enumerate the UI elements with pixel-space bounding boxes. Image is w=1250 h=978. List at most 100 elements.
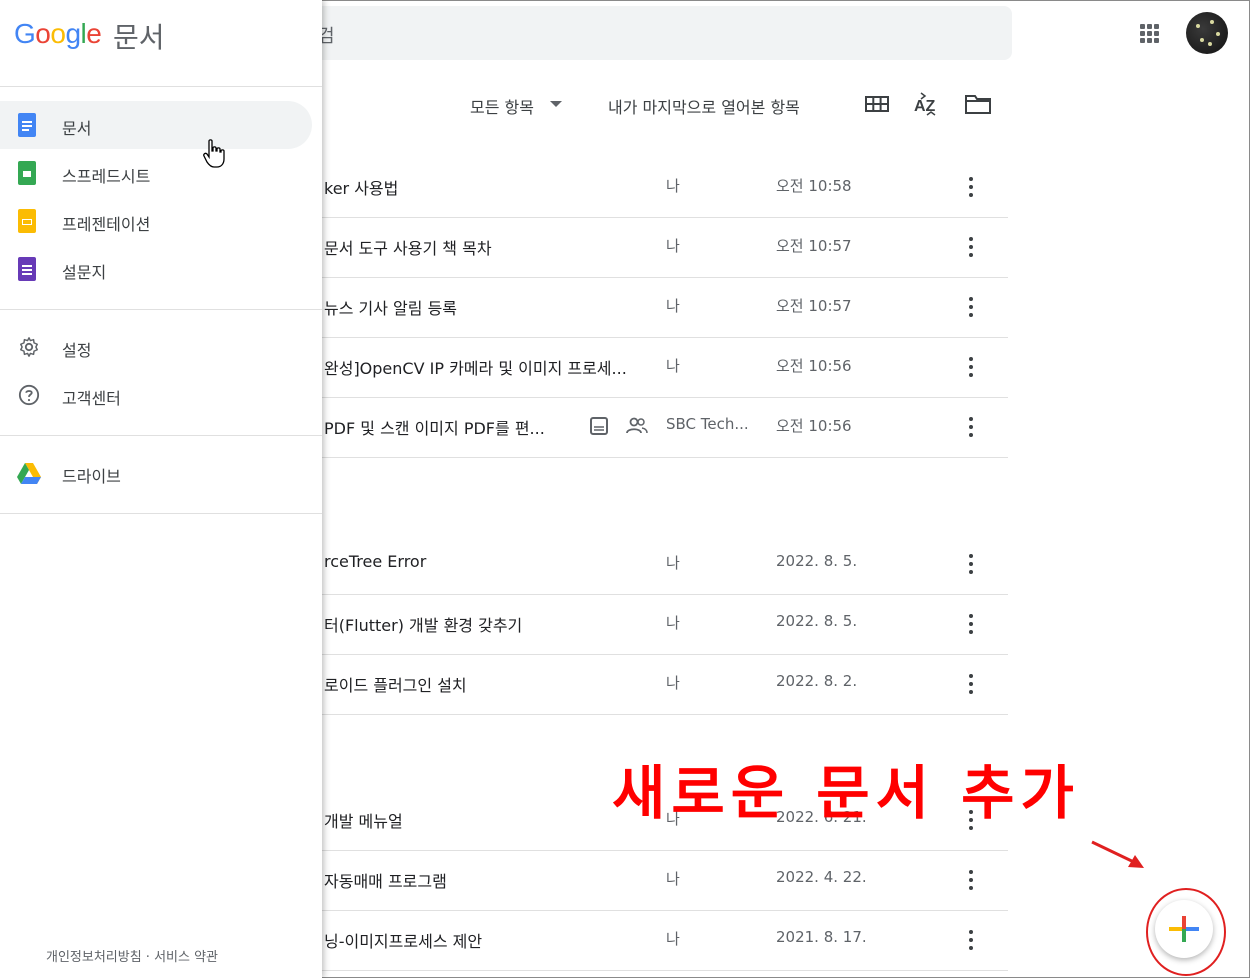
file-row[interactable]: 로이드 플러그인 설치 나 2022. 8. 2. <box>322 654 1008 715</box>
shared-people-icon <box>626 415 648 437</box>
divider <box>0 513 322 514</box>
file-title: 개발 메뉴얼 <box>324 812 403 831</box>
logo-letter: o <box>35 18 51 49</box>
file-last-opened: 2022. 8. 5. <box>776 612 858 630</box>
sort-az-icon[interactable]: AZ <box>913 90 941 118</box>
annotation-text: 새로운 문서 추가 <box>612 759 1080 827</box>
account-avatar[interactable] <box>1186 12 1228 54</box>
drawer-item-label: 드라이브 <box>62 467 121 486</box>
file-owner: 나 <box>666 297 680 315</box>
product-name: 문서 <box>113 21 165 54</box>
google-logo: Google <box>14 18 102 50</box>
drawer-item-settings[interactable]: 설정 <box>0 323 312 371</box>
file-owner: SBC Tech... <box>666 415 749 433</box>
file-row[interactable]: 완성]OpenCV IP 카메라 및 이미지 프로세... 나 오전 10:56 <box>322 337 1008 398</box>
file-owner: 나 <box>666 177 680 195</box>
file-owner: 나 <box>666 870 680 888</box>
file-last-opened: 2022. 8. 5. <box>776 552 858 570</box>
file-last-opened: 오전 10:57 <box>776 297 852 315</box>
drawer-item-label: 설문지 <box>62 263 107 282</box>
file-row[interactable]: rceTree Error 나 2022. 8. 5. <box>322 534 1008 595</box>
file-owner: 나 <box>666 674 680 692</box>
file-last-opened: 오전 10:57 <box>776 237 852 255</box>
more-options-icon[interactable] <box>968 928 974 952</box>
more-options-icon[interactable] <box>968 295 974 319</box>
slides-icon <box>18 209 40 233</box>
file-row[interactable]: 문서 도구 사용기 책 목차 나 오전 10:57 <box>322 217 1008 278</box>
owner-filter-dropdown[interactable]: 모든 항목 <box>470 94 534 118</box>
drawer-item-help[interactable]: 고객센터 <box>0 371 312 419</box>
more-options-icon[interactable] <box>968 672 974 696</box>
file-title: ker 사용법 <box>324 179 399 198</box>
file-last-opened: 오전 10:58 <box>776 177 852 195</box>
logo-letter: o <box>50 18 66 49</box>
file-title: PDF 및 스캔 이미지 PDF를 편... <box>324 419 545 438</box>
drawer-item-label: 프레젠테이션 <box>62 215 151 234</box>
file-title: rceTree Error <box>324 552 427 571</box>
file-title: 완성]OpenCV IP 카메라 및 이미지 프로세... <box>324 359 627 378</box>
file-title: 자동매매 프로그램 <box>324 872 447 891</box>
file-last-opened: 2021. 8. 17. <box>776 928 867 946</box>
drawer-item-docs[interactable]: 문서 <box>0 101 312 149</box>
file-row[interactable]: PDF 및 스캔 이미지 PDF를 편... SBC Tech... 오전 10:5… <box>322 397 1008 458</box>
help-circle-icon <box>18 384 40 406</box>
logo-letter: G <box>14 18 36 49</box>
drawer-item-label: 고객센터 <box>62 389 121 408</box>
drawer-item-label: 스프레드시트 <box>62 167 151 186</box>
navigation-drawer: Google 문서 문서 스프레드시트 프레젠테이션 설문지 설정 고객센터 드… <box>0 0 322 978</box>
file-title: 문서 도구 사용기 책 목차 <box>324 239 492 258</box>
file-title: 로이드 플러그인 설치 <box>324 676 467 695</box>
file-title: 터(Flutter) 개발 환경 갖추기 <box>324 616 523 635</box>
file-owner: 나 <box>666 357 680 375</box>
owner-filter-caret-icon[interactable] <box>550 101 562 107</box>
file-last-opened: 2022. 8. 2. <box>776 672 858 690</box>
file-owner: 나 <box>666 554 680 572</box>
file-row[interactable]: 터(Flutter) 개발 환경 갖추기 나 2022. 8. 5. <box>322 594 1008 655</box>
folder-picker-icon[interactable] <box>964 90 992 118</box>
forms-icon <box>18 257 40 281</box>
file-row[interactable]: 닝-이미지프로세스 제안 나 2021. 8. 17. <box>322 910 1008 971</box>
file-last-opened: 2022. 4. 22. <box>776 868 867 886</box>
sort-label[interactable]: 내가 마지막으로 열어본 항목 <box>608 94 800 118</box>
file-last-opened: 오전 10:56 <box>776 357 852 375</box>
file-title: 뉴스 기사 알림 등록 <box>324 299 458 318</box>
drawer-item-label: 문서 <box>62 119 92 138</box>
annotation-arrow-icon <box>1091 840 1144 868</box>
hand-cursor-icon <box>203 139 225 168</box>
drawer-item-drive[interactable]: 드라이브 <box>0 449 312 497</box>
apps-grid-icon[interactable] <box>1138 22 1162 46</box>
logo-letter: e <box>86 18 102 49</box>
file-row[interactable]: 자동매매 프로그램 나 2022. 4. 22. <box>322 850 1008 911</box>
file-owner: 나 <box>666 614 680 632</box>
drawer-footer-links[interactable]: 개인정보처리방침 · 서비스 약관 <box>46 946 218 965</box>
more-options-icon[interactable] <box>968 415 974 439</box>
google-drive-icon <box>17 463 41 484</box>
more-options-icon[interactable] <box>968 175 974 199</box>
file-owner: 나 <box>666 237 680 255</box>
gear-icon <box>20 337 38 357</box>
annotation-circle <box>1146 888 1226 976</box>
logo-letter: g <box>65 18 81 49</box>
file-owner: 나 <box>666 930 680 948</box>
search-bar[interactable] <box>260 6 1012 60</box>
more-options-icon[interactable] <box>968 868 974 892</box>
file-last-opened: 오전 10:56 <box>776 417 852 435</box>
more-options-icon[interactable] <box>968 355 974 379</box>
drawer-item-forms[interactable]: 설문지 <box>0 245 312 293</box>
drawer-item-label: 설정 <box>62 341 92 360</box>
divider <box>0 435 322 436</box>
file-title: 닝-이미지프로세스 제안 <box>324 932 483 951</box>
file-row[interactable]: ker 사용법 나 오전 10:58 <box>322 157 1008 218</box>
more-options-icon[interactable] <box>968 552 974 576</box>
more-options-icon[interactable] <box>968 235 974 259</box>
drawer-item-slides[interactable]: 프레젠테이션 <box>0 197 312 245</box>
sheets-icon <box>18 161 40 185</box>
grid-view-icon[interactable] <box>863 90 891 118</box>
file-row[interactable]: 뉴스 기사 알림 등록 나 오전 10:57 <box>322 277 1008 338</box>
drawer-item-sheets[interactable]: 스프레드시트 <box>0 149 312 197</box>
docs-icon <box>18 113 40 137</box>
divider <box>0 309 322 310</box>
more-options-icon[interactable] <box>968 612 974 636</box>
divider <box>0 86 322 87</box>
offline-available-icon <box>588 415 610 437</box>
